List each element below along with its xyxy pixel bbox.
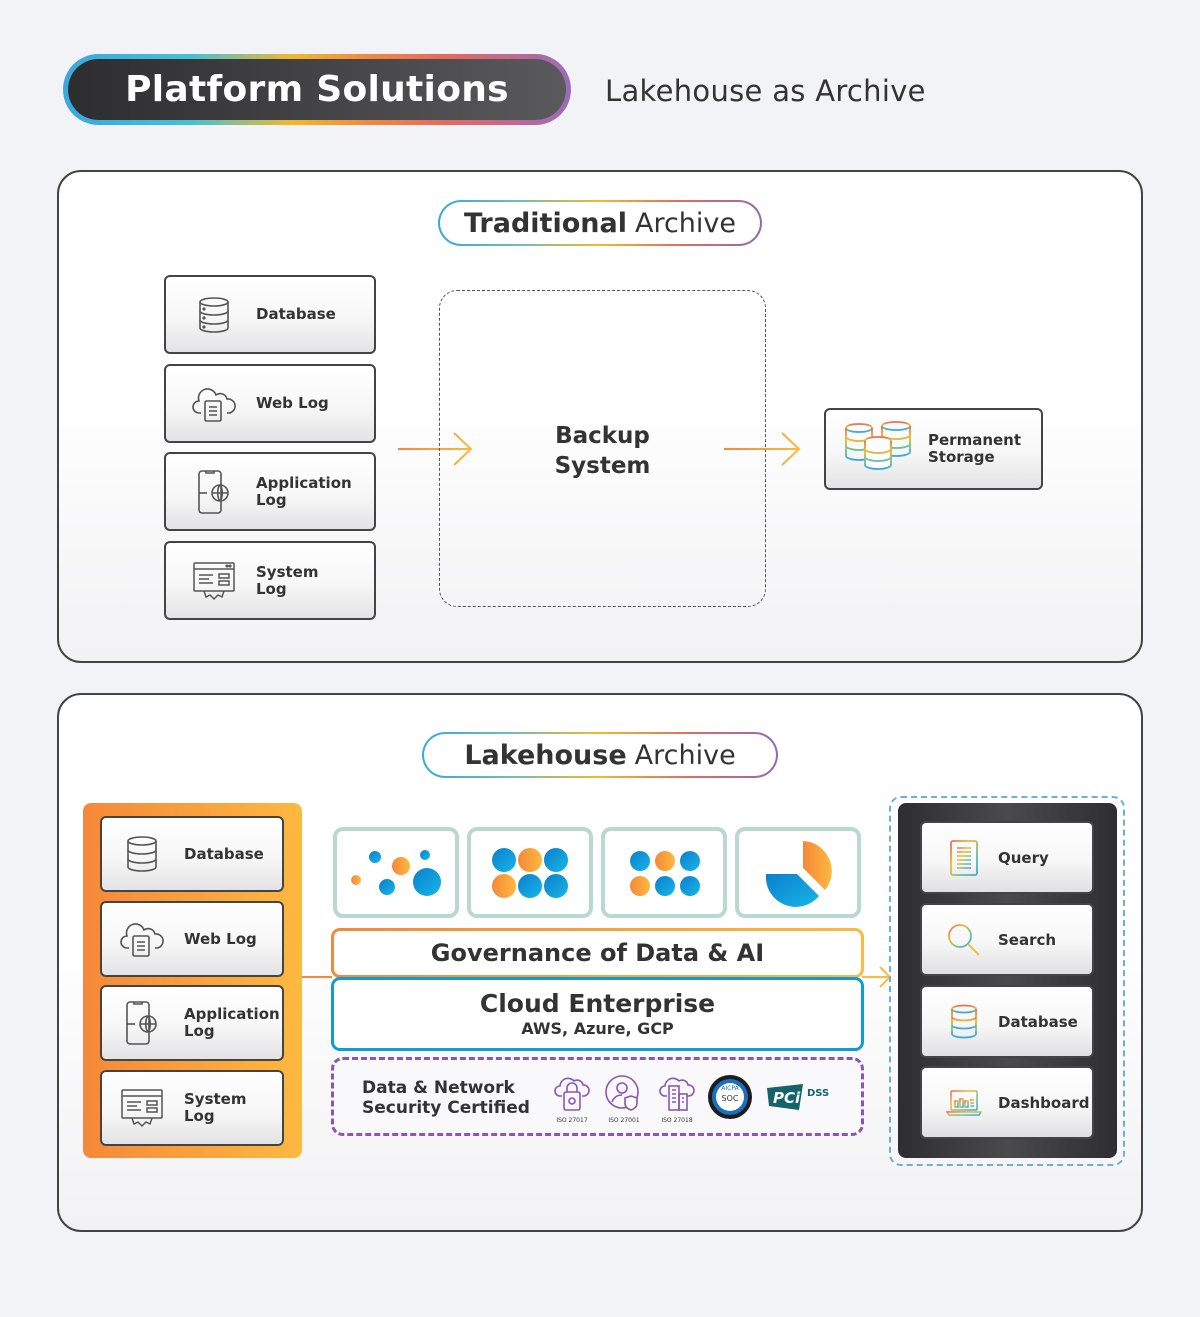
system-gear-icon [110, 1088, 174, 1128]
permanent-storage-card: Permanent Storage [824, 408, 1043, 490]
connector-line-in [302, 976, 332, 978]
backup-system-label: Backup System [554, 423, 651, 479]
svg-text:PCi: PCi [773, 1089, 801, 1107]
cloud-providers: AWS, Azure, GCP [521, 1019, 674, 1038]
source-label: Web Log [256, 394, 329, 412]
cloud-document-icon [110, 920, 174, 958]
cert-pci-dss: PCi DSS [764, 1082, 838, 1116]
database-icon [934, 1004, 994, 1040]
traditional-archive-title: Traditional Archive [438, 200, 762, 246]
governance-label: Governance of Data & AI [334, 931, 861, 975]
cert-aicpa-soc: AICPA SOC [706, 1074, 754, 1124]
title-bold: Traditional [463, 207, 627, 239]
output-card-search: Search [920, 903, 1094, 976]
cloud-lock-icon [554, 1077, 590, 1111]
dot-grid-large-icon [492, 848, 568, 898]
laptop-chart-icon [934, 1089, 994, 1117]
header-title: Platform Solutions [68, 59, 566, 120]
output-card-dashboard: Dashboard [920, 1066, 1094, 1139]
cert-iso-27018: ISO 27018 [653, 1074, 701, 1124]
output-label: Dashboard [998, 1093, 1090, 1112]
mobile-globe-icon [180, 469, 248, 515]
source-label: System Log [256, 562, 319, 598]
cloud-building-icon [659, 1077, 695, 1111]
source-label: Web Log [184, 929, 257, 948]
header-subtitle: Lakehouse as Archive [605, 74, 926, 108]
source-card-database: Database [164, 275, 376, 354]
source-label: System Log [184, 1090, 247, 1125]
security-certified-box: Data & Network Security Certified ISO 27… [331, 1057, 864, 1136]
security-label: Data & Network Security Certified [362, 1078, 530, 1118]
title-bold: Lakehouse [464, 739, 627, 771]
output-label: Query [998, 848, 1049, 867]
backup-system-box: Backup System [439, 290, 766, 607]
source-label: Application Log [184, 1005, 280, 1040]
lakehouse-archive-title: Lakehouse Archive [422, 732, 778, 778]
cloud-document-icon [180, 385, 248, 423]
cert-caption: ISO 27001 [608, 1117, 640, 1124]
cert-iso-27001: ISO 27001 [600, 1074, 648, 1124]
cert-caption: ISO 27018 [661, 1117, 693, 1124]
cloud-enterprise-layer: Cloud Enterprise AWS, Azure, GCP [331, 977, 864, 1051]
document-lines-icon [934, 839, 994, 877]
svg-text:DSS: DSS [807, 1088, 829, 1099]
database-icon [110, 835, 174, 873]
database-icon [180, 296, 248, 334]
dot-grid-small-icon [630, 851, 700, 896]
cert-caption: ISO 27017 [556, 1117, 588, 1124]
aicpa-soc-badge: AICPA SOC [708, 1075, 752, 1119]
lake-source-card-system-log: System Log [100, 1070, 284, 1146]
user-shield-icon [605, 1075, 639, 1111]
cert-iso-27017: ISO 27017 [548, 1074, 596, 1124]
cloud-enterprise-title: Cloud Enterprise [479, 989, 716, 1018]
svg-text:SOC: SOC [722, 1094, 739, 1103]
source-card-application-log: Application Log [164, 452, 376, 531]
permanent-storage-label: Permanent Storage [928, 431, 1022, 466]
flow-arrow-to-storage [724, 432, 801, 466]
system-gear-icon [180, 561, 248, 601]
lake-source-card-web-log: Web Log [100, 901, 284, 977]
output-label: Search [998, 930, 1057, 949]
tile-dot-grid-small [601, 827, 727, 918]
magnifier-icon [934, 922, 994, 958]
mobile-globe-icon [110, 1000, 174, 1046]
lake-source-card-database: Database [100, 816, 284, 892]
output-card-query: Query [920, 821, 1094, 894]
source-card-web-log: Web Log [164, 364, 376, 443]
source-card-system-log: System Log [164, 541, 376, 620]
pci-dss-logo: PCi DSS [767, 1084, 829, 1110]
svg-text:AICPA: AICPA [721, 1085, 739, 1092]
database-stack-icon [844, 421, 914, 477]
lake-source-card-application-log: Application Log [100, 985, 284, 1061]
pie-chart-icon [765, 841, 832, 907]
tile-pie [735, 827, 861, 918]
tile-dot-grid-large [467, 827, 593, 918]
output-card-database: Database [920, 985, 1094, 1058]
title-light: Archive [634, 207, 736, 239]
source-label: Application Log [256, 473, 352, 509]
source-label: Database [184, 844, 264, 863]
header-title-pill: Platform Solutions [63, 54, 571, 125]
scatter-bubbles-icon [351, 850, 441, 896]
governance-layer: Governance of Data & AI [331, 928, 864, 978]
source-label: Database [256, 305, 336, 323]
output-label: Database [998, 1012, 1078, 1031]
tile-scatter [333, 827, 459, 918]
title-light: Archive [634, 739, 736, 771]
